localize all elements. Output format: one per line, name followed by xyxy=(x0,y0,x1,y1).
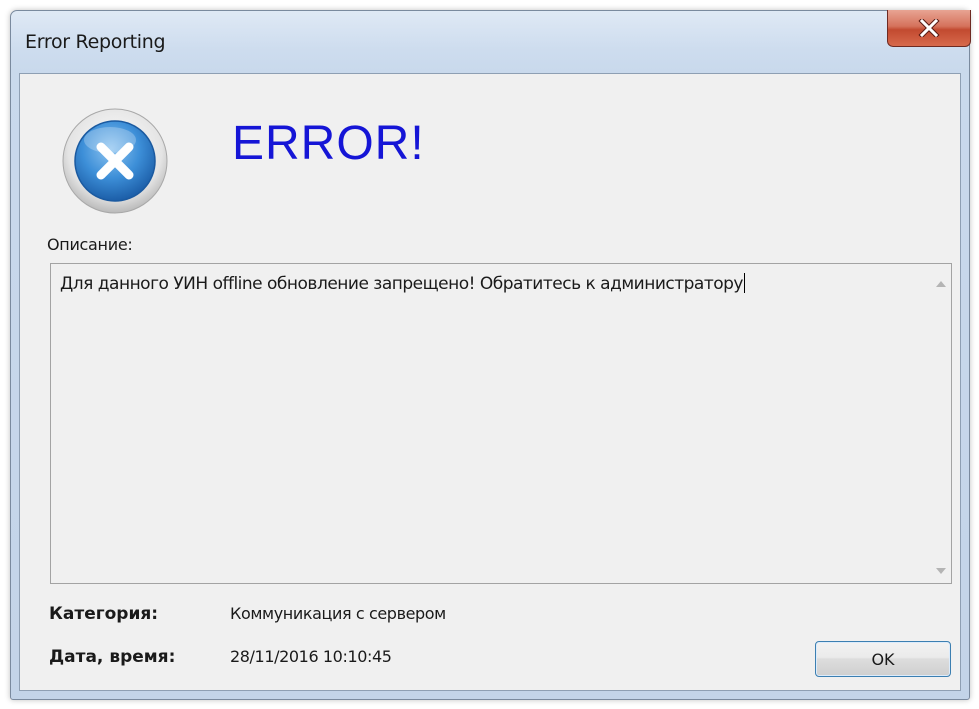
description-textarea[interactable]: Для данного УИН offline обновление запре… xyxy=(50,263,952,584)
category-value: Коммуникация с сервером xyxy=(230,604,446,623)
vertical-scrollbar[interactable] xyxy=(931,264,951,583)
title-bar[interactable]: Error Reporting xyxy=(11,10,971,73)
dialog-body: ERROR! Описание: Для данного УИН offline… xyxy=(19,73,961,691)
datetime-label: Дата, время: xyxy=(49,647,176,667)
datetime-value: 28/11/2016 10:10:45 xyxy=(230,647,392,666)
ok-button[interactable]: OK xyxy=(815,641,951,677)
text-caret xyxy=(743,273,745,293)
description-text: Для данного УИН offline обновление запре… xyxy=(60,273,745,294)
close-icon xyxy=(918,19,940,37)
window-title: Error Reporting xyxy=(25,31,166,53)
description-label: Описание: xyxy=(47,235,133,254)
scroll-up-button[interactable] xyxy=(931,274,951,294)
close-button[interactable] xyxy=(887,10,971,47)
category-label: Категория: xyxy=(49,604,159,624)
scroll-up-arrow-icon xyxy=(936,281,946,287)
error-reporting-window: Error Reporting ERROR! Описание: Для дан… xyxy=(10,10,971,700)
scroll-down-button[interactable] xyxy=(931,561,951,581)
description-message: Для данного УИН offline обновление запре… xyxy=(60,274,743,294)
scroll-down-arrow-icon xyxy=(936,568,946,574)
error-icon xyxy=(62,108,168,214)
error-heading: ERROR! xyxy=(232,117,425,170)
